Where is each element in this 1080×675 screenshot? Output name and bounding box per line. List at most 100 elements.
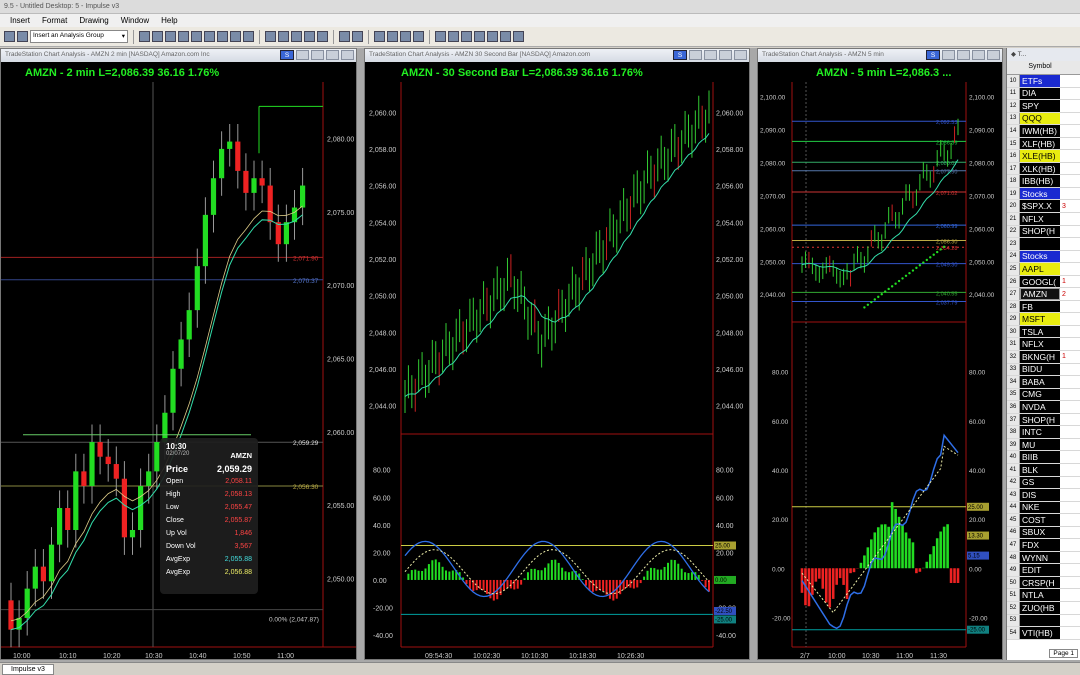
- bar-chart-icon[interactable]: [265, 31, 276, 42]
- watchlist-row[interactable]: 34 BABA: [1007, 376, 1080, 389]
- symbol-link-button[interactable]: S: [280, 50, 294, 60]
- trendline-icon[interactable]: [461, 31, 472, 42]
- watchlist-row[interactable]: 15 XLF(HB): [1007, 137, 1080, 151]
- watchlist-row[interactable]: 25 AAPL: [1007, 263, 1080, 276]
- watchlist-row[interactable]: 24 Stocks: [1007, 250, 1080, 264]
- watchlist-row[interactable]: 47 FDX: [1007, 539, 1080, 552]
- pointer-icon[interactable]: [435, 31, 446, 42]
- strategy-icon[interactable]: [317, 31, 328, 42]
- menu-format[interactable]: Format: [42, 16, 67, 25]
- watchlist-row[interactable]: 36 NVDA: [1007, 401, 1080, 414]
- watchlist-row[interactable]: 49 EDIT: [1007, 564, 1080, 577]
- dom-icon[interactable]: [243, 31, 254, 42]
- chart-window-30s[interactable]: TradeStation Chart Analysis - AMZN 30 Se…: [364, 48, 750, 660]
- chart-icon[interactable]: [139, 31, 150, 42]
- watchlist-row[interactable]: 33 BIDU: [1007, 363, 1080, 377]
- style-icon[interactable]: [352, 31, 363, 42]
- close-button[interactable]: [341, 50, 354, 60]
- watchlist-row[interactable]: 50 CRSP(H: [1007, 576, 1080, 590]
- menu-help[interactable]: Help: [161, 16, 177, 25]
- orders-icon[interactable]: [230, 31, 241, 42]
- chart-window-5min[interactable]: TradeStation Chart Analysis - AMZN 5 min…: [757, 48, 1003, 660]
- watchlist-row[interactable]: 43 DIS: [1007, 489, 1080, 502]
- symbol-link-button[interactable]: S: [926, 50, 940, 60]
- watchlist-row[interactable]: 29 MSFT: [1007, 313, 1080, 326]
- watchlist-row[interactable]: 17 XLK(HB): [1007, 162, 1080, 176]
- zoom-in-icon[interactable]: [374, 31, 385, 42]
- watchlist-row[interactable]: 18 IBB(HB): [1007, 175, 1080, 188]
- format-icon[interactable]: [400, 31, 411, 42]
- watchlist-row[interactable]: 32 BKNG(H 1: [1007, 351, 1080, 364]
- trend-icon[interactable]: [413, 31, 424, 42]
- maximize-button[interactable]: [719, 50, 732, 60]
- menu-button[interactable]: [942, 50, 955, 60]
- new-icon[interactable]: [4, 31, 15, 42]
- close-button[interactable]: [734, 50, 747, 60]
- indicator-icon[interactable]: [304, 31, 315, 42]
- open-icon[interactable]: [17, 31, 28, 42]
- watchlist-row[interactable]: 39 MU: [1007, 438, 1080, 452]
- watchlist-row[interactable]: 22 SHOP(H: [1007, 225, 1080, 239]
- minimize-button[interactable]: [704, 50, 717, 60]
- watchlist-row[interactable]: 11 DIA: [1007, 87, 1080, 101]
- watchlist-row[interactable]: 19 Stocks: [1007, 187, 1080, 201]
- watchlist-row[interactable]: 23: [1007, 238, 1080, 251]
- watchlist-row[interactable]: 52 ZUO(HB: [1007, 601, 1080, 615]
- watchlist-row[interactable]: 35 CMG: [1007, 388, 1080, 402]
- watchlist-row[interactable]: 21 NFLX: [1007, 213, 1080, 226]
- analysis-group-select[interactable]: Insert an Analysis Group ▾: [30, 30, 128, 43]
- watchlist-row[interactable]: 27 AMZN 2: [1007, 288, 1080, 301]
- watchlist-row[interactable]: 51 NTLA: [1007, 589, 1080, 602]
- symbol-link-button[interactable]: S: [673, 50, 687, 60]
- watchlist-row[interactable]: 12 SPY: [1007, 100, 1080, 113]
- watchlist-row[interactable]: 41 BLK: [1007, 463, 1080, 477]
- save-icon[interactable]: [513, 31, 524, 42]
- watchlist-row[interactable]: 46 SBUX: [1007, 526, 1080, 540]
- watchlist-row[interactable]: 54 VTI(HB): [1007, 627, 1080, 640]
- watchlist-row[interactable]: 13 QQQ: [1007, 112, 1080, 126]
- close-button[interactable]: [987, 50, 1000, 60]
- watchlist-row[interactable]: 10 ETFs: [1007, 75, 1080, 88]
- watchlist-row[interactable]: 14 IWM(HB): [1007, 125, 1080, 138]
- watchlist-row[interactable]: 26 GOOGL(1: [1007, 275, 1080, 289]
- watchlist-row[interactable]: 16 XLE(HB): [1007, 150, 1080, 163]
- menu-window[interactable]: Window: [121, 16, 149, 25]
- radarscreen-watchlist[interactable]: ◆ T... Symbol 10 ETFs 11 DIA 12 SPY 13 QQQ 14 IWM…: [1006, 48, 1080, 660]
- menu-button[interactable]: [296, 50, 309, 60]
- watchlist-page-tab[interactable]: Page 1: [1049, 649, 1078, 658]
- grid-icon[interactable]: [152, 31, 163, 42]
- maximize-button[interactable]: [326, 50, 339, 60]
- menu-insert[interactable]: Insert: [10, 16, 30, 25]
- watchlist-row[interactable]: 28 FB: [1007, 300, 1080, 314]
- zoom-out-icon[interactable]: [387, 31, 398, 42]
- watchlist-row[interactable]: 45 COST: [1007, 514, 1080, 527]
- watchlist-row[interactable]: 38 INTC: [1007, 426, 1080, 439]
- tools-icon[interactable]: [487, 31, 498, 42]
- menu-drawing[interactable]: Drawing: [79, 16, 108, 25]
- scanner-icon[interactable]: [191, 31, 202, 42]
- watchlist-row[interactable]: 48 WYNN: [1007, 551, 1080, 565]
- watchlist-row[interactable]: 40 BIIB: [1007, 451, 1080, 464]
- watchlist-row[interactable]: 37 SHOP(H: [1007, 413, 1080, 427]
- chart-5min[interactable]: AMZN - 5 min L=2,086.3 ... 2,100.00 2,100…: [758, 62, 1002, 659]
- options-icon[interactable]: [204, 31, 215, 42]
- watchlist-row[interactable]: 42 GS: [1007, 476, 1080, 490]
- crosshair-icon[interactable]: [448, 31, 459, 42]
- line-chart-icon[interactable]: [278, 31, 289, 42]
- candle-icon[interactable]: [291, 31, 302, 42]
- matrix-icon[interactable]: [165, 31, 176, 42]
- hline-icon[interactable]: [474, 31, 485, 42]
- radar-icon[interactable]: [178, 31, 189, 42]
- watchlist-row[interactable]: 20 $SPX.X 3: [1007, 200, 1080, 214]
- minimize-button[interactable]: [957, 50, 970, 60]
- watchlist-row[interactable]: 44 NKE: [1007, 501, 1080, 515]
- print-icon[interactable]: [500, 31, 511, 42]
- maximize-button[interactable]: [972, 50, 985, 60]
- menu-button[interactable]: [689, 50, 702, 60]
- watchlist-row[interactable]: 31 NFLX: [1007, 338, 1080, 352]
- watchlist-row[interactable]: 30 TSLA: [1007, 325, 1080, 339]
- news-icon[interactable]: [217, 31, 228, 42]
- chart-30s[interactable]: AMZN - 30 Second Bar L=2,086.39 36.16 1.…: [365, 62, 749, 659]
- column-symbol[interactable]: Symbol: [1020, 61, 1060, 74]
- watchlist-row[interactable]: 53: [1007, 614, 1080, 628]
